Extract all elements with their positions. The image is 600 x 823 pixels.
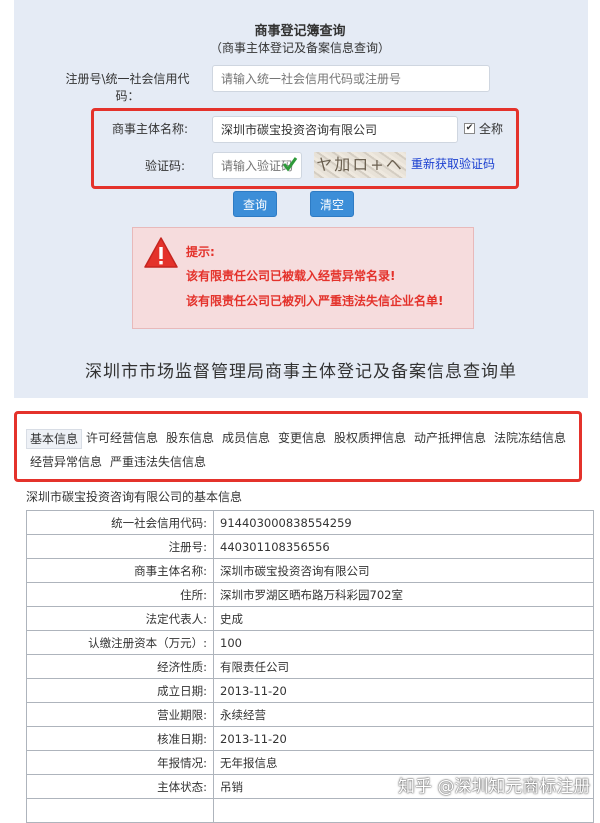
table-row xyxy=(26,798,594,823)
tab-chattel-mortgage-info[interactable]: 动产抵押信息 xyxy=(414,429,486,447)
tab-serious-violation-info[interactable]: 严重违法失信信息 xyxy=(110,453,206,471)
field-value: 100 xyxy=(213,630,594,655)
code-label: 注册号\统一社会信用代 码： xyxy=(60,71,195,105)
clear-button[interactable]: 清空 xyxy=(310,191,354,217)
name-label: 商事主体名称: xyxy=(111,122,189,136)
table-row: 年报情况: 无年报信息 xyxy=(26,750,594,775)
field-label: 营业期限: xyxy=(26,702,214,727)
field-label: 经济性质: xyxy=(26,654,214,679)
page-subtitle: （商事主体登记及备案信息查询） xyxy=(209,41,390,55)
alert-box: 提示: 该有限责任公司已被载入经营异常名录! 该有限责任公司已被列入严重违法失信… xyxy=(132,227,474,329)
tab-member-info[interactable]: 成员信息 xyxy=(222,429,270,447)
field-value: 有限责任公司 xyxy=(213,654,594,679)
field-value: 440301108356556 xyxy=(213,534,594,559)
captcha-image: ヤ加ロ+ヘ xyxy=(314,152,406,178)
field-label: 统一社会信用代码: xyxy=(26,510,214,535)
watermark: 知乎 @深圳知元商标注册 xyxy=(398,777,591,797)
page-title: 商事登记簿查询 xyxy=(254,24,346,39)
field-label: 年报情况: xyxy=(26,750,214,775)
tab-basic-info[interactable]: 基本信息 xyxy=(26,429,83,449)
check-icon xyxy=(282,155,298,176)
field-value: 深圳市碳宝投资咨询有限公司 xyxy=(213,558,594,583)
fullname-checkbox[interactable]: ✔ xyxy=(464,123,475,134)
field-value: 无年报信息 xyxy=(213,750,594,775)
table-row: 法定代表人: 史成 xyxy=(26,606,594,631)
search-panel xyxy=(14,0,588,398)
table-row: 核准日期: 2013-11-20 xyxy=(26,726,594,751)
alert-line-1: 该有限责任公司已被载入经营异常名录! xyxy=(186,269,396,283)
alert-title: 提示: xyxy=(186,245,215,259)
tab-license-info[interactable]: 许可经营信息 xyxy=(86,429,158,447)
code-label-line1: 注册号\统一社会信用代 xyxy=(65,72,190,86)
fullname-label: 全称 xyxy=(479,122,504,136)
tab-court-freeze-info[interactable]: 法院冻结信息 xyxy=(494,429,566,447)
alert-line-2: 该有限责任公司已被列入严重违法失信企业名单! xyxy=(186,294,444,308)
report-heading: 深圳市市场监督管理局商事主体登记及备案信息查询单 xyxy=(85,362,517,382)
field-value: 永续经营 xyxy=(213,702,594,727)
table-row: 统一社会信用代码: 914403000838554259 xyxy=(26,510,594,535)
section-title: 深圳市碳宝投资咨询有限公司的基本信息 xyxy=(26,490,243,504)
field-value: 深圳市罗湖区晒布路万科彩园702室 xyxy=(213,582,594,607)
field-label: 法定代表人: xyxy=(26,606,214,631)
field-label: 核准日期: xyxy=(26,726,214,751)
table-row: 注册号: 440301108356556 xyxy=(26,534,594,559)
warning-icon xyxy=(143,236,179,273)
tab-equity-pledge-info[interactable]: 股权质押信息 xyxy=(334,429,406,447)
company-name-input[interactable] xyxy=(212,116,458,143)
tab-shareholder-info[interactable]: 股东信息 xyxy=(166,429,214,447)
field-label: 商事主体名称: xyxy=(26,558,214,583)
captcha-label: 验证码: xyxy=(144,159,186,173)
field-value: 史成 xyxy=(213,606,594,631)
query-button[interactable]: 查询 xyxy=(233,191,277,217)
table-row: 住所: 深圳市罗湖区晒布路万科彩园702室 xyxy=(26,582,594,607)
table-row: 认缴注册资本（万元）: 100 xyxy=(26,630,594,655)
field-value: 2013-11-20 xyxy=(213,726,594,751)
field-label: 成立日期: xyxy=(26,678,214,703)
field-label: 认缴注册资本（万元）: xyxy=(26,630,214,655)
field-label: 注册号: xyxy=(26,534,214,559)
field-label xyxy=(26,798,214,823)
field-value xyxy=(213,798,594,823)
field-value: 2013-11-20 xyxy=(213,678,594,703)
refresh-captcha-link[interactable]: 重新获取验证码 xyxy=(411,155,495,172)
table-row: 营业期限: 永续经营 xyxy=(26,702,594,727)
code-input[interactable] xyxy=(212,65,490,92)
table-row: 成立日期: 2013-11-20 xyxy=(26,678,594,703)
tab-change-info[interactable]: 变更信息 xyxy=(278,429,326,447)
table-row: 商事主体名称: 深圳市碳宝投资咨询有限公司 xyxy=(26,558,594,583)
tab-abnormal-operation-info[interactable]: 经营异常信息 xyxy=(30,453,102,471)
table-row: 经济性质: 有限责任公司 xyxy=(26,654,594,679)
code-label-line2: 码： xyxy=(115,89,140,103)
field-label: 主体状态: xyxy=(26,774,214,799)
field-label: 住所: xyxy=(26,582,214,607)
field-value: 914403000838554259 xyxy=(213,510,594,535)
